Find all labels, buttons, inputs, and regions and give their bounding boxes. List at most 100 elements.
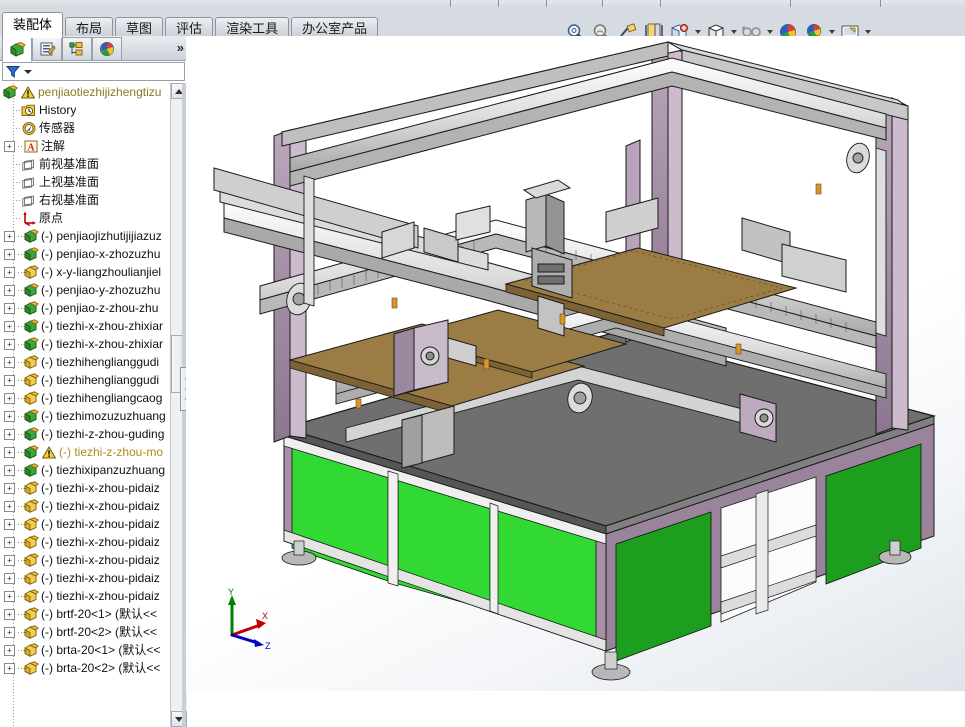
tree-item[interactable]: + (-) tiezhi-z-zhou-guding [0,425,170,443]
tree-expander[interactable]: + [4,266,15,278]
tree-expander[interactable]: + [4,410,15,422]
tree-item[interactable]: + (-) brta-20<2> (默认<< [0,659,170,677]
tree-item-label: (-) penjiaojizhutijijiazuz [41,229,162,243]
tree-item[interactable]: 前视基准面 [0,155,170,173]
tree-expander[interactable]: + [4,464,15,476]
tree-item-label: 上视基准面 [39,175,100,189]
warning-icon [41,444,57,460]
tree-connector [16,641,23,659]
tree-item[interactable]: + (-) tiezhi-x-zhou-pidaiz [0,479,170,497]
tree-expander[interactable]: + [4,608,15,620]
filter-dropdown-arrow[interactable] [24,69,32,74]
tree-item[interactable]: + (-) tiezhihengliangcaog [0,389,170,407]
tree-expander[interactable]: + [4,518,15,530]
display-manager-tab[interactable] [92,37,122,61]
tree-expander[interactable]: + [4,662,15,674]
tree-expander[interactable]: + [4,590,15,602]
tree-item[interactable]: + (-) x-y-liangzhoulianjiel [0,263,170,281]
tree-expander[interactable]: + [4,356,15,368]
tree-item[interactable]: + (-) tiezhi-x-zhou-pidaiz [0,533,170,551]
configuration-manager-tab[interactable] [62,37,92,61]
property-manager-tab[interactable] [32,37,62,61]
tree-item[interactable]: 原点 [0,209,170,227]
tree-connector [14,119,21,137]
tree-item-label: 注解 [41,139,66,153]
tree-expander[interactable]: + [4,644,15,656]
tree-item[interactable]: + (-) brtf-20<1> (默认<< [0,605,170,623]
tree-item[interactable]: + (-) tiezhi-x-zhou-zhixiar [0,317,170,335]
tree-expander[interactable]: + [4,428,15,440]
tree-item[interactable]: + (-) tiezhi-x-zhou-pidaiz [0,587,170,605]
tree-connector [16,137,23,155]
tree-item-label: 传感器 [39,121,76,135]
tree-item-label: (-) tiezhixipanzuzhuang [41,463,166,477]
plane-icon [21,156,37,172]
tree-expander[interactable]: + [4,482,15,494]
tree-item[interactable]: + (-) tiezhixipanzuzhuang [0,461,170,479]
tree-item-label: (-) x-y-liangzhoulianjiel [41,265,162,279]
tree-item[interactable]: + (-) penjiao-z-zhou-zhu [0,299,170,317]
tree-expander[interactable]: + [4,572,15,584]
tree-item-label: History [39,103,77,117]
tree-item[interactable]: + (-) tiezhi-x-zhou-pidaiz [0,497,170,515]
tree-item-label: 右视基准面 [39,193,100,207]
tree-item[interactable]: 传感器 [0,119,170,137]
menu-separator [546,0,547,7]
tree-expander[interactable]: + [4,500,15,512]
tree-expander[interactable]: + [4,446,15,458]
graphics-viewport[interactable]: Y X Z [186,36,965,691]
tree-item-label: (-) tiezhi-x-zhou-zhixiar [41,337,164,351]
tree-connector [16,533,23,551]
tree-item[interactable]: + (-) penjiaojizhutijijiazuz [0,227,170,245]
tree-item[interactable]: 右视基准面 [0,191,170,209]
tree-item[interactable]: History [0,101,170,119]
tree-item[interactable]: + (-) tiezhi-x-zhou-pidaiz [0,551,170,569]
tree-expander[interactable]: + [4,320,15,332]
tree-item-label: (-) tiezhimozuzuzhuang [41,409,166,423]
tree-item-label: (-) penjiao-y-zhozuzhu [41,283,161,297]
tree-expander[interactable]: + [4,554,15,566]
tree-item[interactable]: 上视基准面 [0,173,170,191]
part-green-icon [23,318,39,334]
tree-connector [16,659,23,677]
tree-expander[interactable]: + [4,374,15,386]
tree-expander[interactable]: + [4,536,15,548]
part-yellow-icon [23,624,39,640]
part-yellow-icon [23,480,39,496]
tree-expander[interactable]: + [4,248,15,260]
tree-item[interactable]: + (-) brtf-20<2> (默认<< [0,623,170,641]
tree-item-label: (-) tiezhi-z-zhou-guding [41,427,165,441]
tree-item[interactable]: penjiaotiezhijizhengtizu [0,83,170,101]
tree-expander[interactable]: + [4,338,15,350]
tree-expander[interactable]: + [4,302,15,314]
tree-expander[interactable]: + [4,626,15,638]
tree-item[interactable]: + (-) tiezhihenglianggudi [0,371,170,389]
tree-filter-input[interactable] [32,63,182,80]
tree-expander[interactable]: + [4,140,15,152]
tree-item[interactable]: + (-) tiezhi-x-zhou-pidaiz [0,569,170,587]
tree-filter-bar[interactable] [2,62,185,81]
filter-icon [6,66,20,78]
tree-item-label: (-) tiezhi-x-zhou-pidaiz [41,553,160,567]
tree-expander[interactable]: + [4,284,15,296]
tree-item[interactable]: + (-) tiezhi-x-zhou-zhixiar [0,335,170,353]
feature-tree[interactable]: penjiaotiezhijizhengtizu History 传感器 + A 注解 前视… [0,83,186,727]
tab-assembly[interactable]: 装配体 [2,12,64,38]
part-green-icon [23,246,39,262]
feature-tree-icon [9,41,26,57]
tree-item[interactable]: + A 注解 [0,137,170,155]
tree-item[interactable]: + (-) brta-20<1> (默认<< [0,641,170,659]
tree-item[interactable]: + (-) tiezhihenglianggudi [0,353,170,371]
tree-item[interactable]: + (-) penjiao-y-zhozuzhu [0,281,170,299]
tree-item[interactable]: + (-) tiezhi-z-zhou-mo [0,443,170,461]
part-green-icon [23,444,39,460]
tree-expander[interactable]: + [4,392,15,404]
tree-item[interactable]: + (-) tiezhimozuzuzhuang [0,407,170,425]
feature-manager-panel: » penjiaotiezhijizhengtizu History 传感器 + A 注解… [0,36,193,727]
feature-manager-tab[interactable] [2,37,32,62]
tree-expander[interactable]: + [4,230,15,242]
command-tabs: 装配体 布局 草图 评估 渲染工具 办公室产品 [2,9,380,40]
tree-item[interactable]: + (-) tiezhi-x-zhou-pidaiz [0,515,170,533]
tree-item[interactable]: + (-) penjiao-x-zhozuzhu [0,245,170,263]
panel-overflow-chevron[interactable]: » [177,40,184,55]
